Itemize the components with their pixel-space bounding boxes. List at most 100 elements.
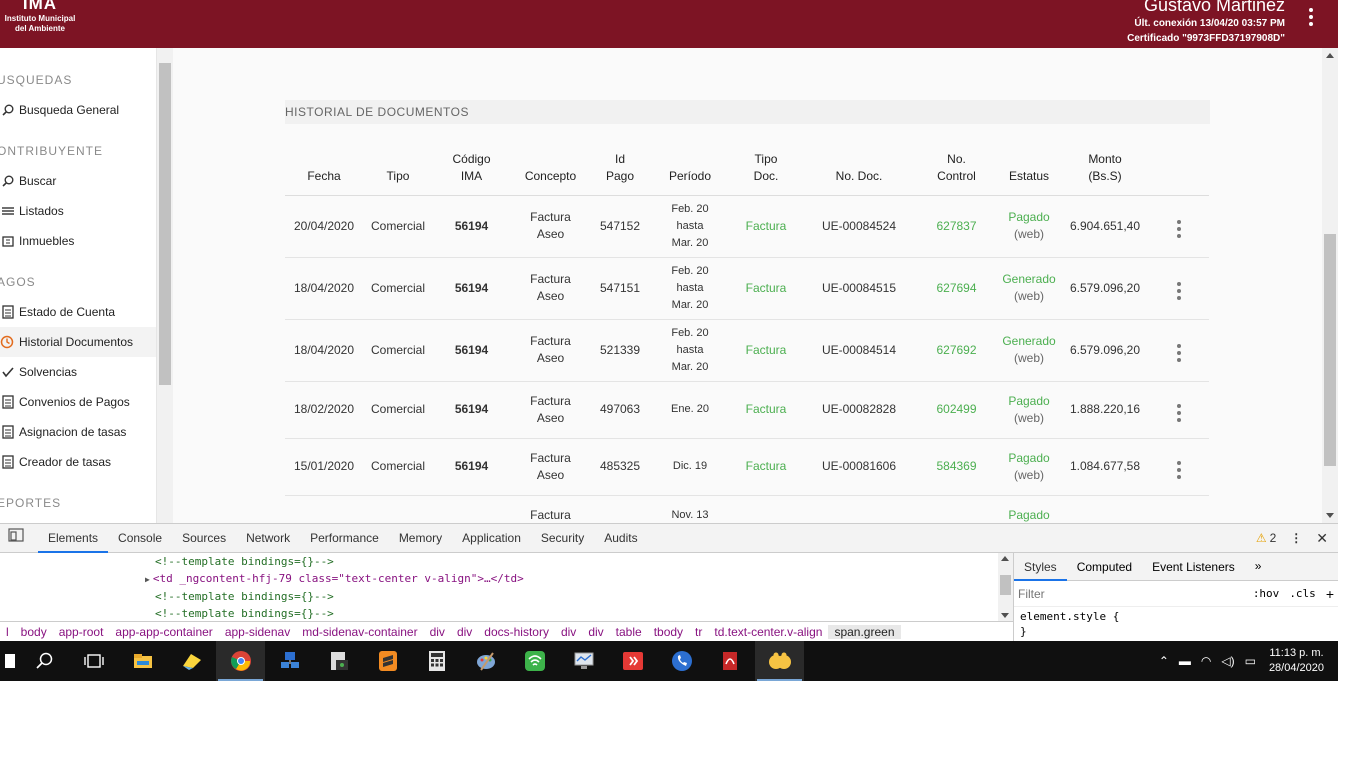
row-more-vert-icon[interactable] xyxy=(1173,459,1185,481)
table-row[interactable]: 15/01/2020 Comercial 56194 Factura Aseo 48532… xyxy=(285,438,1209,496)
breadcrumb-item[interactable]: div xyxy=(582,625,609,639)
devtools-tab-memory[interactable]: Memory xyxy=(389,524,452,553)
elements-scrollbar[interactable] xyxy=(998,553,1013,621)
column-header-codigo[interactable]: Código IMA xyxy=(433,144,510,196)
devtools-tab-elements[interactable]: Elements xyxy=(38,524,109,553)
ima-logo[interactable]: IMA Instituto Municipal del Ambiente xyxy=(0,0,80,34)
taskbar-wifi-app[interactable] xyxy=(510,641,559,681)
main-scrollbar-thumb[interactable] xyxy=(1324,234,1336,466)
row-more-vert-icon[interactable] xyxy=(1173,218,1185,240)
battery-icon[interactable]: ▬ xyxy=(1174,654,1196,668)
devtools-tab-console[interactable]: Console xyxy=(108,524,172,553)
breadcrumb-item[interactable]: md-sidenav-container xyxy=(296,625,423,639)
dom-node-line[interactable]: <!--template bindings={}--> xyxy=(0,553,1013,570)
cls-toggle[interactable]: .cls xyxy=(1289,587,1316,600)
column-header-periodo[interactable]: Período xyxy=(649,144,731,196)
column-header-no-doc[interactable]: No. Doc. xyxy=(801,144,917,196)
sidebar-item-convenios-de-pagos[interactable]: Convenios de Pagos xyxy=(0,387,156,417)
breadcrumb-item[interactable]: l xyxy=(0,625,15,639)
sidebar-item-creador-de-tasas[interactable]: Creador de tasas xyxy=(0,447,156,477)
column-header-id-pago[interactable]: Id Pago xyxy=(591,144,649,196)
main-scrollbar[interactable] xyxy=(1322,48,1338,523)
column-header-no-control[interactable]: No. Control xyxy=(917,144,996,196)
taskbar-active-app[interactable] xyxy=(755,641,804,681)
more-vert-icon[interactable] xyxy=(1304,6,1318,28)
table-row[interactable]: 20/04/2020 Comercial 56194 Factura Aseo 54715… xyxy=(285,195,1209,258)
taskbar-secure-app[interactable] xyxy=(314,641,363,681)
styles-filter-input[interactable] xyxy=(1018,586,1243,601)
sidebar-item-historial-documentos[interactable]: Historial Documentos xyxy=(0,327,156,357)
breadcrumb-item[interactable]: div xyxy=(555,625,582,639)
table-row[interactable]: 18/04/2020 Comercial 56194 Factura Aseo 54715… xyxy=(285,257,1209,320)
sidebar-item-asignacion-de-tasas[interactable]: Asignacion de tasas xyxy=(0,417,156,447)
show-hidden-icons-icon[interactable]: ⌃ xyxy=(1154,654,1174,668)
devtools-tab-application[interactable]: Application xyxy=(452,524,531,553)
sidebar-item-inmuebles[interactable]: Inmuebles xyxy=(0,226,156,256)
warning-badge[interactable]: ⚠ 2 xyxy=(1256,531,1276,545)
taskbar-anydesk[interactable] xyxy=(608,641,657,681)
start-button[interactable] xyxy=(0,641,20,681)
table-row[interactable]: Factura Nov. 13 Pagado xyxy=(285,495,1209,523)
breadcrumb-item[interactable]: app-root xyxy=(53,625,110,639)
column-header-concepto[interactable]: Concepto xyxy=(510,144,591,196)
row-more-vert-icon[interactable] xyxy=(1173,280,1185,302)
column-header-tipo[interactable]: Tipo xyxy=(363,144,433,196)
no-control-link[interactable]: 627837 xyxy=(936,219,976,233)
sidebar-item-busqueda-general[interactable]: Busqueda General xyxy=(0,95,156,125)
sidebar-item-buscar[interactable]: Buscar xyxy=(0,166,156,196)
tipo-doc-link[interactable]: Factura xyxy=(746,281,787,295)
taskbar-sticky-app[interactable] xyxy=(167,641,216,681)
dom-node-line[interactable]: <!--template bindings={}--> xyxy=(0,605,1013,622)
search-button[interactable] xyxy=(20,641,69,681)
breadcrumb-item[interactable]: div xyxy=(451,625,478,639)
taskbar-monitor-app[interactable] xyxy=(559,641,608,681)
expand-triangle-icon[interactable]: ▶ xyxy=(145,575,150,584)
taskbar-file-explorer[interactable] xyxy=(118,641,167,681)
tipo-doc-link[interactable]: Factura xyxy=(746,343,787,357)
scroll-down-arrow[interactable] xyxy=(1326,513,1334,518)
devtools-tab-security[interactable]: Security xyxy=(531,524,594,553)
taskbar-pdf-app[interactable] xyxy=(706,641,755,681)
taskbar-chrome[interactable] xyxy=(216,641,265,681)
column-header-fecha[interactable]: Fecha xyxy=(285,144,363,196)
more-tabs-icon[interactable]: » xyxy=(1245,552,1272,581)
column-header-monto[interactable]: Monto (Bs.S) xyxy=(1062,144,1148,196)
no-control-link[interactable]: 627692 xyxy=(936,343,976,357)
no-control-link[interactable]: 584369 xyxy=(936,459,976,473)
no-control-link[interactable]: 602499 xyxy=(936,402,976,416)
styles-tab-computed[interactable]: Computed xyxy=(1067,553,1142,581)
devtools-tab-network[interactable]: Network xyxy=(236,524,300,553)
breadcrumb-item[interactable]: span.green xyxy=(828,625,901,639)
sidebar-item-estado-de-cuenta[interactable]: Estado de Cuenta xyxy=(0,297,156,327)
devtools-tab-sources[interactable]: Sources xyxy=(172,524,236,553)
breadcrumb-item[interactable]: table xyxy=(610,625,648,639)
row-more-vert-icon[interactable] xyxy=(1173,342,1185,364)
devtools-tab-audits[interactable]: Audits xyxy=(594,524,647,553)
device-toggle-icon[interactable] xyxy=(0,524,38,553)
breadcrumb-item[interactable]: tbody xyxy=(648,625,689,639)
styles-tab-event-listeners[interactable]: Event Listeners xyxy=(1142,553,1245,581)
taskbar-calculator[interactable] xyxy=(412,641,461,681)
hov-toggle[interactable]: :hov xyxy=(1253,587,1280,600)
taskbar-network-app[interactable] xyxy=(265,641,314,681)
tipo-doc-link[interactable]: Factura xyxy=(746,402,787,416)
sidebar-scrollbar-thumb[interactable] xyxy=(159,63,171,385)
breadcrumb-item[interactable]: docs-history xyxy=(478,625,555,639)
sidebar-item-solvencias[interactable]: Solvencias xyxy=(0,357,156,387)
column-header-estatus[interactable]: Estatus xyxy=(996,144,1062,196)
system-clock[interactable]: 11:13 p. m. 28/04/2020 xyxy=(1261,646,1338,676)
scroll-up-arrow[interactable] xyxy=(1326,53,1334,58)
table-row[interactable]: 18/04/2020 Comercial 56194 Factura Aseo 52133… xyxy=(285,319,1209,382)
devtools-menu-icon[interactable]: ⋮ xyxy=(1290,531,1302,545)
taskbar-paint[interactable] xyxy=(461,641,510,681)
taskbar-sublime[interactable] xyxy=(363,641,412,681)
tipo-doc-link[interactable]: Factura xyxy=(746,459,787,473)
taskbar-phone-app[interactable] xyxy=(657,641,706,681)
devtools-close-icon[interactable]: ✕ xyxy=(1316,530,1328,547)
breadcrumb-item[interactable]: tr xyxy=(689,625,708,639)
column-header-tipo-doc[interactable]: Tipo Doc. xyxy=(731,144,801,196)
styles-tab-styles[interactable]: Styles xyxy=(1014,553,1067,581)
sidebar-item-listados[interactable]: Listados xyxy=(0,196,156,226)
breadcrumb-item[interactable]: body xyxy=(15,625,53,639)
dom-node-line[interactable]: ▶ <td _ngcontent-hfj-79 class="text-cente… xyxy=(0,570,1013,588)
